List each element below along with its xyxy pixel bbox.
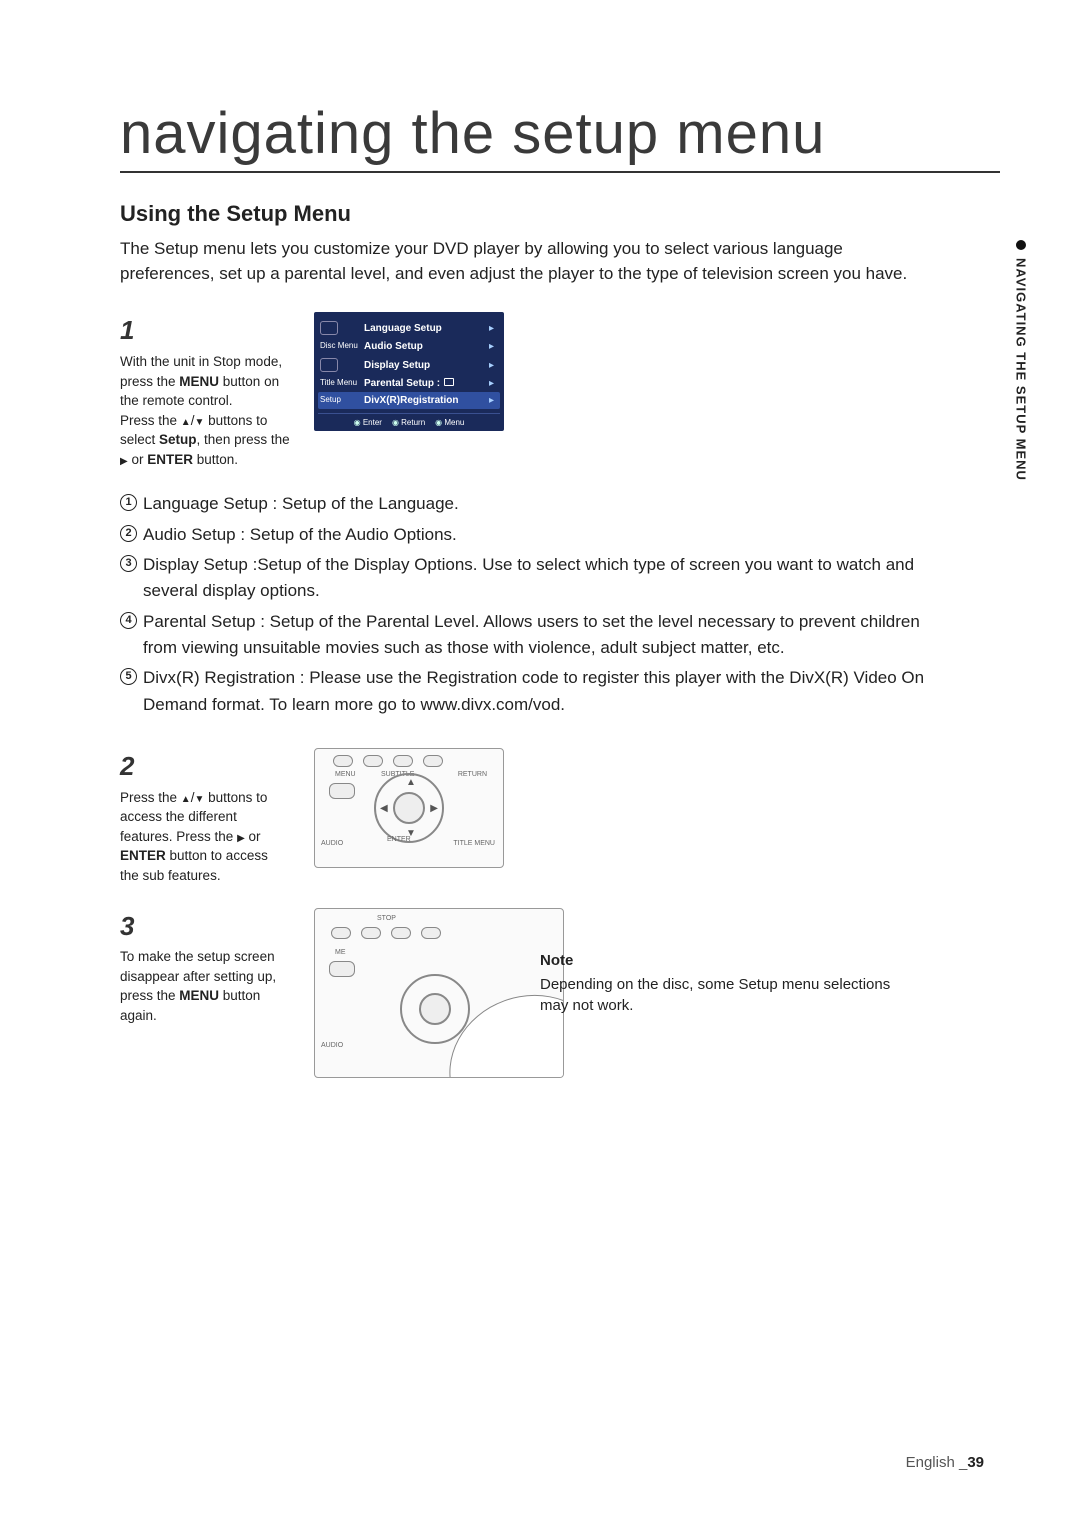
desc-language: Language Setup : Setup of the Language. [143, 491, 950, 517]
label-audio: AUDIO [321, 1042, 343, 1049]
desc-audio: Audio Setup : Setup of the Audio Options… [143, 522, 950, 548]
remote-dpad: ▲ ▼ ◀ ▶ [374, 773, 444, 843]
remote-illustration: MENU SUBTITLE RETURN ▲ ▼ ◀ ▶ AUDIO ENTER… [314, 748, 504, 868]
osd-divx: DivX(R)Registration [364, 395, 489, 406]
osd-footer-menu: Menu [435, 418, 464, 427]
step-3-text: 3 To make the setup screen disappear aft… [120, 908, 290, 1026]
label-enter: ENTER [387, 836, 411, 843]
osd-footer-enter: Enter [354, 418, 382, 427]
chevron-right-icon: ▸ [489, 395, 494, 406]
osd-footer: Enter Return Menu [318, 413, 500, 427]
remote-menu-button [329, 961, 355, 977]
page-footer: English _39 [906, 1454, 984, 1471]
remote-menu-button [329, 783, 355, 799]
osd-display-setup: Display Setup [364, 360, 489, 371]
step-2: 2 Press the / buttons to access the diff… [120, 748, 1000, 886]
side-tab: NAVIGATING THE SETUP MENU [1006, 240, 1036, 530]
step-1-text: 1 With the unit in Stop mode, press the … [120, 312, 290, 469]
page-title: navigating the setup menu [120, 100, 1000, 173]
chevron-right-icon: ▸ [489, 378, 494, 389]
bullet-5-icon: 5 [120, 668, 137, 685]
label-return: RETURN [458, 771, 487, 778]
osd-audio-setup: Audio Setup [364, 341, 489, 352]
right-arrow-icon [120, 452, 128, 467]
desc-parental: Parental Setup : Setup of the Parental L… [143, 609, 950, 662]
bullet-icon [1016, 240, 1026, 250]
bullet-2-icon: 2 [120, 525, 137, 542]
remote-illustration-hand: STOP ME AUDIO [314, 908, 564, 1078]
osd-parental-setup: Parental Setup : [364, 378, 489, 389]
side-tab-text: NAVIGATING THE SETUP MENU [1014, 258, 1029, 481]
remote-stop-icon [361, 927, 381, 939]
osd-setup-selected: Setup [320, 396, 364, 405]
bullet-4-icon: 4 [120, 612, 137, 629]
remote-stop-icon [363, 755, 383, 767]
remote-prev-icon [331, 927, 351, 939]
chevron-right-icon: ▸ [489, 341, 494, 352]
desc-display: Display Setup :Setup of the Display Opti… [143, 552, 950, 605]
osd-language-setup: Language Setup [364, 323, 489, 334]
remote-next-icon [421, 927, 441, 939]
label-menu: MENU [335, 771, 356, 778]
step-number: 2 [120, 748, 290, 786]
step-1: 1 With the unit in Stop mode, press the … [120, 312, 1000, 469]
label-title-menu: TITLE MENU [453, 840, 495, 847]
desc-divx: Divx(R) Registration : Please use the Re… [143, 665, 950, 718]
label-menu: ME [335, 949, 346, 956]
up-arrow-icon [181, 790, 191, 805]
bullet-1-icon: 1 [120, 494, 137, 511]
bullet-3-icon: 3 [120, 555, 137, 572]
step-number: 3 [120, 908, 290, 946]
down-arrow-icon [194, 413, 204, 428]
section-heading: Using the Setup Menu [120, 201, 1000, 227]
lock-icon [444, 378, 454, 386]
note-title: Note [540, 950, 900, 972]
remote-next-icon [423, 755, 443, 767]
note-body: Depending on the disc, some Setup menu s… [540, 974, 900, 1018]
chevron-right-icon: ▸ [489, 323, 494, 334]
osd-screenshot: Language Setup ▸ Disc Menu Audio Setup ▸… [314, 312, 504, 431]
page-number: 39 [967, 1454, 984, 1471]
remote-play-icon [391, 927, 411, 939]
label-stop: STOP [377, 915, 396, 922]
remote-prev-icon [333, 755, 353, 767]
footer-language: English [906, 1454, 959, 1471]
remote-play-icon [393, 755, 413, 767]
chevron-right-icon: ▸ [489, 360, 494, 371]
note: Note Depending on the disc, some Setup m… [540, 950, 900, 1017]
right-arrow-icon [237, 829, 245, 844]
setup-descriptions: 1 Language Setup : Setup of the Language.… [120, 491, 950, 718]
remote-dpad [400, 974, 470, 1044]
intro-text: The Setup menu lets you customize your D… [120, 237, 940, 286]
step-2-text: 2 Press the / buttons to access the diff… [120, 748, 290, 886]
osd-footer-return: Return [392, 418, 425, 427]
step-number: 1 [120, 312, 290, 350]
label-audio: AUDIO [321, 840, 343, 847]
down-arrow-icon [194, 790, 204, 805]
up-arrow-icon [181, 413, 191, 428]
